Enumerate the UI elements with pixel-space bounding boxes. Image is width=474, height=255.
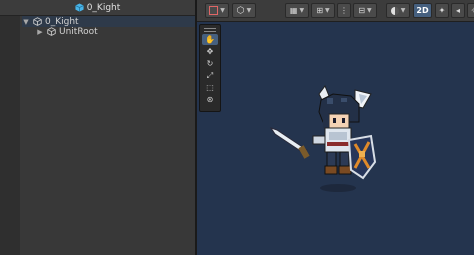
prefab-title: 0_Kight bbox=[86, 2, 121, 13]
mode-2d-label: 2D bbox=[416, 6, 429, 15]
rotate-tool-icon[interactable]: ↻ bbox=[202, 58, 218, 69]
hierarchy-panel: 0_Kight ▼ 0_Kight ▶ UnitRoot bbox=[0, 0, 195, 255]
prefab-cube-icon bbox=[74, 3, 84, 12]
gameobject-icon bbox=[47, 27, 56, 36]
move-tool-icon[interactable]: ✥ bbox=[202, 46, 218, 57]
prefab-header: 0_Kight bbox=[0, 0, 195, 16]
scene-view[interactable]: ▼ ⬡ ▼ ▦ ▼ ⊞ ▼ ⋮ ⊟ ▼ ▼ 2D ✦ ◂ ✧ ✋ ✥ ↻ ⤢ ⬚… bbox=[197, 0, 474, 255]
render-mode-dropdown[interactable]: ⬡ ▼ bbox=[232, 3, 256, 18]
chevron-down-icon: ▼ bbox=[400, 7, 406, 14]
transform-tool-icon[interactable]: ⊛ bbox=[202, 94, 218, 105]
effects-icon: ✧ bbox=[470, 6, 474, 15]
chevron-down-icon: ▼ bbox=[367, 7, 372, 14]
ruler-icon: ⊟ bbox=[358, 6, 366, 15]
effects-toggle[interactable]: ✧ bbox=[467, 3, 474, 18]
collapse-arrow-icon[interactable]: ▶ bbox=[36, 28, 44, 36]
hierarchy-gutter bbox=[0, 0, 20, 255]
grid-pivot-icon: ▦ bbox=[289, 6, 298, 15]
chevron-down-icon: ▼ bbox=[220, 7, 225, 14]
draw-mode-dropdown[interactable]: ▼ bbox=[205, 3, 229, 18]
tree-item-label: UnitRoot bbox=[59, 26, 98, 37]
gameobject-icon bbox=[33, 17, 42, 26]
lighting-toggle[interactable]: ✦ bbox=[435, 3, 449, 18]
grid-button[interactable]: ⋮ bbox=[337, 3, 351, 18]
pivot-dropdown[interactable]: ▦ ▼ bbox=[285, 3, 309, 18]
rect-tool-icon[interactable]: ⬚ bbox=[202, 82, 218, 93]
cube-icon: ⬡ bbox=[236, 5, 245, 16]
shaded-icon bbox=[209, 6, 219, 15]
tree-item-unitroot[interactable]: ▶ UnitRoot bbox=[36, 26, 98, 37]
bulb-icon: ✦ bbox=[438, 6, 446, 15]
snap-dropdown[interactable]: ⊞ ▼ bbox=[311, 3, 335, 18]
mode-2d-button[interactable]: 2D bbox=[413, 3, 432, 18]
expand-arrow-icon[interactable]: ▼ bbox=[22, 18, 30, 26]
palette-drag-handle[interactable] bbox=[204, 28, 216, 32]
chevron-down-icon: ▼ bbox=[299, 7, 305, 14]
hand-tool-icon[interactable]: ✋ bbox=[202, 34, 218, 45]
audio-toggle[interactable]: ◂ bbox=[451, 3, 465, 18]
chevron-down-icon: ▼ bbox=[246, 7, 252, 14]
tool-palette: ✋ ✥ ↻ ⤢ ⬚ ⊛ bbox=[199, 24, 221, 112]
snap-icon: ⊞ bbox=[316, 6, 324, 15]
scene-toolbar: ▼ ⬡ ▼ ▦ ▼ ⊞ ▼ ⋮ ⊟ ▼ ▼ 2D ✦ ◂ ✧ bbox=[197, 0, 474, 22]
grid-icon: ⋮ bbox=[340, 6, 348, 15]
scale-tool-icon[interactable]: ⤢ bbox=[202, 70, 218, 81]
grid-snap-dropdown[interactable]: ⊟ ▼ bbox=[353, 3, 377, 18]
knight-sprite[interactable] bbox=[267, 80, 387, 200]
tree-item-label: 0_Kight bbox=[45, 16, 79, 27]
sphere-icon bbox=[390, 6, 399, 15]
chevron-down-icon: ▼ bbox=[325, 7, 330, 14]
lighting-dropdown[interactable]: ▼ bbox=[386, 3, 410, 18]
speaker-icon: ◂ bbox=[455, 6, 460, 15]
